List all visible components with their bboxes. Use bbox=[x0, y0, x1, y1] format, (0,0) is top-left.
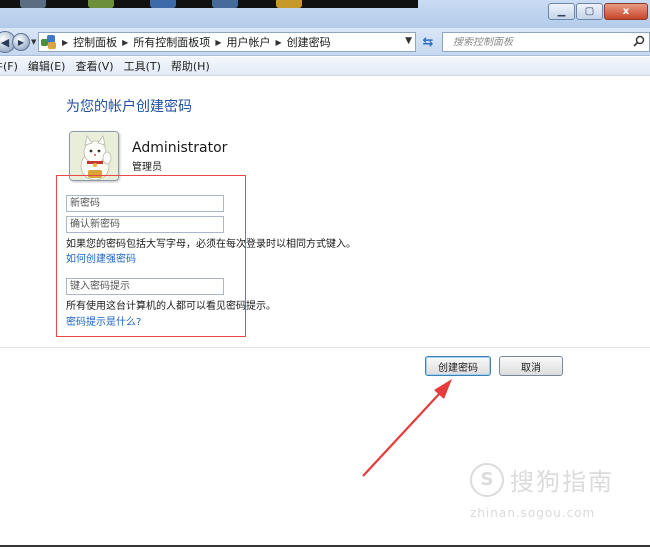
breadcrumb-separator-icon[interactable]: ▶ bbox=[122, 38, 128, 47]
taskbar-app-icon[interactable] bbox=[212, 0, 238, 8]
control-panel-icon bbox=[41, 35, 57, 49]
taskbar-app-icon[interactable] bbox=[276, 0, 302, 8]
close-button[interactable]: x bbox=[604, 3, 648, 20]
forward-button[interactable]: ▶ bbox=[12, 33, 30, 51]
breadcrumb-separator-icon[interactable]: ▶ bbox=[275, 38, 281, 47]
cancel-button[interactable]: 取消 bbox=[499, 356, 563, 376]
refresh-icon: ⇆ bbox=[422, 34, 434, 50]
watermark-url: zhinan.sogou.com bbox=[470, 506, 596, 520]
search-box[interactable] bbox=[442, 32, 650, 52]
window-bottom-edge bbox=[0, 545, 650, 547]
search-input[interactable] bbox=[453, 36, 623, 48]
menu-view[interactable]: 查看(V) bbox=[70, 58, 118, 74]
breadcrumb-separator-icon[interactable]: ▶ bbox=[215, 38, 221, 47]
case-sensitivity-note: 如果您的密码包括大写字母，必须在每次登录时以相同方式键入。 bbox=[66, 239, 356, 250]
search-icon[interactable] bbox=[633, 35, 645, 47]
arrow-head-icon bbox=[434, 379, 452, 399]
close-icon: x bbox=[622, 6, 630, 17]
maximize-icon: ▢ bbox=[584, 6, 595, 17]
lucky-cat-icon bbox=[70, 132, 118, 180]
back-arrow-icon: ◀ bbox=[0, 35, 10, 49]
page-title: 为您的帐户创建密码 bbox=[66, 99, 192, 115]
taskbar-app-icon[interactable] bbox=[88, 0, 114, 8]
button-area-divider bbox=[0, 347, 650, 348]
sogou-logo-icon: S bbox=[470, 462, 504, 497]
forward-arrow-icon: ▶ bbox=[17, 37, 25, 47]
arrow-shaft bbox=[362, 392, 441, 477]
user-name: Administrator bbox=[132, 140, 228, 156]
menu-edit[interactable]: 编辑(E) bbox=[23, 58, 71, 74]
taskbar-strip bbox=[0, 0, 418, 8]
address-dropdown-icon[interactable]: ▼ bbox=[405, 36, 412, 46]
menu-help[interactable]: 帮助(H) bbox=[166, 58, 215, 74]
breadcrumb-control-panel[interactable]: 控制面板 bbox=[73, 34, 117, 50]
maximize-button[interactable]: ▢ bbox=[576, 3, 603, 20]
address-row: ◀ ▶ ▼ ▶ 控制面板 ▶ 所有控制面板项 ▶ 用户帐户 ▶ 创建密码 ▼ ⇆ bbox=[0, 28, 650, 56]
breadcrumb-separator-icon[interactable]: ▶ bbox=[62, 38, 68, 47]
history-dropdown-icon[interactable]: ▼ bbox=[31, 38, 36, 46]
breadcrumb-create-password[interactable]: 创建密码 bbox=[287, 34, 331, 50]
watermark-name: 搜狗指南 bbox=[510, 468, 614, 496]
menu-bar: 件(F) 编辑(E) 查看(V) 工具(T) 帮助(H) bbox=[0, 57, 650, 76]
minimize-icon: ▁ bbox=[557, 6, 566, 17]
strong-password-link[interactable]: 如何创建强密码 bbox=[66, 250, 136, 265]
title-bar: ▁ ▢ x bbox=[0, 0, 650, 28]
password-hint-field[interactable] bbox=[66, 278, 224, 295]
confirm-password-field[interactable] bbox=[66, 216, 224, 233]
taskbar-app-icon[interactable] bbox=[150, 0, 176, 8]
create-password-button[interactable]: 创建密码 bbox=[425, 356, 491, 376]
address-bar[interactable]: ▶ 控制面板 ▶ 所有控制面板项 ▶ 用户帐户 ▶ 创建密码 ▼ bbox=[38, 32, 416, 52]
menu-tools[interactable]: 工具(T) bbox=[119, 58, 166, 74]
watermark: S 搜狗指南 bbox=[470, 462, 614, 497]
new-password-field[interactable] bbox=[66, 195, 224, 212]
user-avatar bbox=[69, 131, 119, 181]
breadcrumb-user-accounts[interactable]: 用户帐户 bbox=[226, 34, 270, 50]
password-hint-link[interactable]: 密码提示是什么? bbox=[66, 313, 141, 328]
refresh-button[interactable]: ⇆ bbox=[418, 33, 438, 51]
user-role: 管理员 bbox=[132, 162, 162, 173]
hint-visibility-note: 所有使用这台计算机的人都可以看见密码提示。 bbox=[66, 301, 276, 312]
menu-file[interactable]: 件(F) bbox=[0, 58, 23, 74]
breadcrumb-all-items[interactable]: 所有控制面板项 bbox=[133, 34, 210, 50]
taskbar-app-icon[interactable] bbox=[20, 0, 46, 8]
minimize-button[interactable]: ▁ bbox=[548, 3, 575, 20]
